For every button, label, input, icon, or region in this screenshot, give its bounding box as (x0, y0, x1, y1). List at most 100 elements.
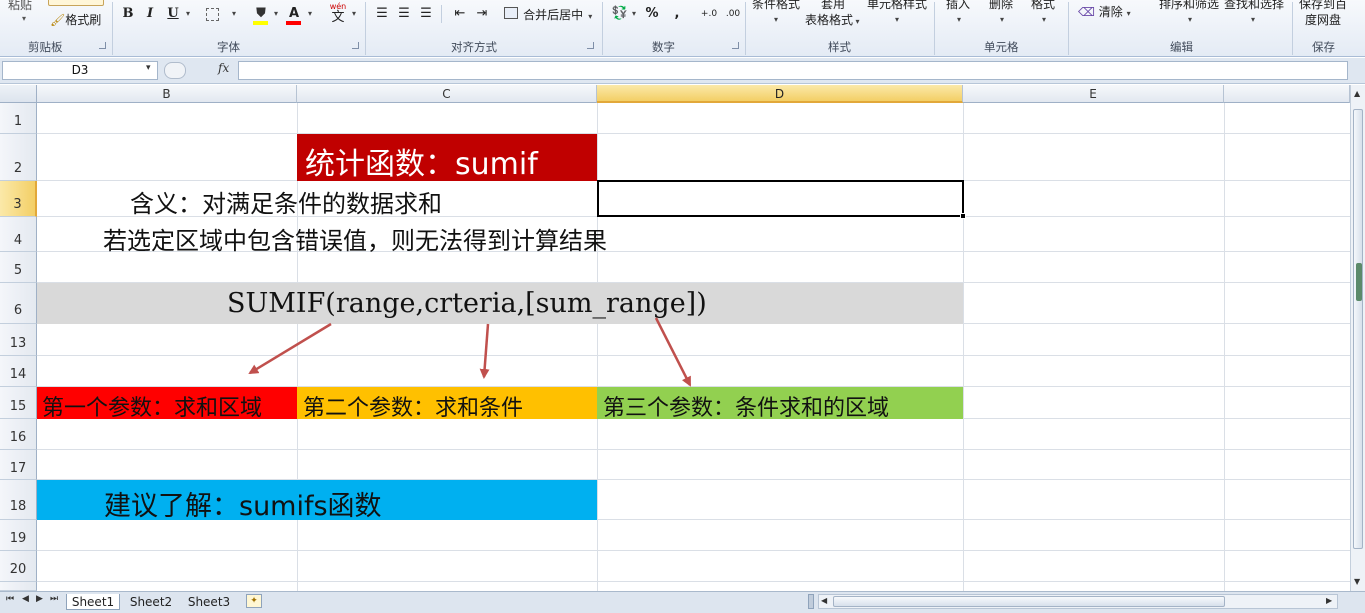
paste-dropdown-icon[interactable]: ▾ (22, 12, 26, 26)
group-label-editing: 编辑 (1170, 40, 1193, 54)
insert-function-icon[interactable]: fx (218, 61, 229, 75)
format-button[interactable]: 格式 (1031, 0, 1055, 11)
conditional-format-dropdown-icon[interactable]: ▾ (774, 13, 778, 27)
separator (112, 2, 113, 55)
wen-button[interactable]: wén 文 (328, 2, 348, 26)
cell-styles-button[interactable]: 单元格样式 (867, 0, 927, 11)
next-sheet-icon[interactable]: ▶ (36, 594, 43, 604)
arrow-to-param3 (654, 317, 692, 387)
merge-center-label: 合并后居中 (523, 8, 584, 22)
save-baidu-button[interactable]: 保存到百 (1299, 0, 1347, 11)
brush-icon: 🖌 (50, 13, 66, 27)
group-label-number: 数字 (652, 40, 675, 54)
scroll-thumb[interactable] (1353, 109, 1363, 549)
formula-input[interactable] (238, 61, 1348, 80)
worksheet-grid: B C D E 1 2 3 4 5 6 13 14 15 16 17 18 19… (0, 85, 1350, 591)
first-sheet-icon[interactable]: ⏮ (6, 594, 14, 604)
scroll-left-icon[interactable]: ◀ (821, 596, 827, 605)
horizontal-scrollbar[interactable]: ◀ ▶ (818, 594, 1338, 609)
merge-center-button[interactable]: 合并后居中 ▾ (504, 4, 596, 24)
wen-dropdown-icon[interactable]: ▾ (350, 4, 358, 24)
vertical-scrollbar[interactable]: ▲ ▼ (1350, 85, 1365, 591)
format-painter-label: 格式刷 (65, 13, 102, 27)
paste-button[interactable]: 粘贴 (8, 0, 32, 12)
merge-dropdown-icon: ▾ (588, 12, 593, 21)
font-color-dropdown-icon[interactable]: ▾ (306, 4, 314, 24)
clipboard-launcher[interactable] (99, 42, 106, 49)
table-format-dropdown-icon: ▾ (853, 17, 860, 26)
decrease-indent-icon[interactable]: ⇤ (452, 4, 468, 24)
conditional-format-button[interactable]: 条件格式 (752, 0, 800, 11)
number-launcher[interactable] (732, 42, 739, 49)
border-dropdown-icon[interactable]: ▾ (230, 4, 238, 24)
ribbon: 粘贴 ▾ 🖌格式刷 剪贴板 B I U ▾ ▾ ⛊ ▾ A ▾ wén 文 ▾ … (0, 0, 1365, 57)
name-box[interactable]: D3 (2, 61, 158, 80)
last-sheet-icon[interactable]: ⏭ (50, 594, 58, 604)
annotation-arrows (248, 317, 692, 387)
table-format-button[interactable]: 表格格式 ▾ (805, 13, 860, 29)
align-right-icon[interactable]: ☰ (418, 4, 434, 24)
cut-button[interactable] (48, 0, 104, 6)
currency-dropdown-icon[interactable]: ▾ (630, 4, 638, 24)
align-left-icon[interactable]: ☰ (374, 4, 390, 24)
separator (1068, 2, 1069, 55)
sort-filter-dropdown-icon[interactable]: ▾ (1188, 13, 1192, 27)
sheet-tab-sheet2[interactable]: Sheet2 (124, 594, 178, 610)
new-sheet-icon[interactable]: ✦ (246, 594, 262, 608)
underline-button[interactable]: U (164, 4, 182, 24)
format-painter-button[interactable]: 🖌格式刷 (50, 13, 101, 27)
merge-icon (504, 7, 518, 19)
scroll-right-icon[interactable]: ▶ (1326, 596, 1332, 605)
hscroll-thumb[interactable] (833, 596, 1225, 607)
prev-sheet-icon[interactable]: ◀ (22, 594, 29, 604)
scroll-down-icon[interactable]: ▼ (1354, 577, 1360, 586)
italic-button[interactable]: I (142, 4, 158, 24)
save-baidu-button-line2[interactable]: 度网盘 (1305, 13, 1341, 27)
format-dropdown-icon[interactable]: ▾ (1042, 13, 1046, 27)
separator (745, 2, 746, 55)
bold-button[interactable]: B (120, 4, 136, 24)
clear-button[interactable]: ⌫ 清除 ▾ (1078, 5, 1131, 21)
increase-indent-icon[interactable]: ⇥ (474, 4, 490, 24)
underline-dropdown-icon[interactable]: ▾ (184, 4, 192, 24)
insert-dropdown-icon[interactable]: ▾ (957, 13, 961, 27)
clear-label: 清除 (1098, 5, 1123, 19)
group-label-alignment: 对齐方式 (451, 40, 497, 54)
border-button[interactable] (206, 8, 219, 21)
alignment-launcher[interactable] (587, 42, 594, 49)
wen-char: 文 (331, 10, 345, 25)
find-select-button[interactable]: 查找和选择 (1224, 0, 1284, 11)
increase-decimal-icon[interactable]: +.0 (700, 4, 718, 24)
delete-dropdown-icon[interactable]: ▾ (1000, 13, 1004, 27)
group-label-font: 字体 (217, 40, 240, 54)
sheet-tab-sheet3[interactable]: Sheet3 (182, 594, 236, 610)
fill-dropdown-icon[interactable]: ▾ (272, 4, 280, 24)
currency-icon[interactable]: 💱 (610, 4, 630, 24)
eraser-icon: ⌫ (1078, 5, 1095, 19)
font-launcher[interactable] (352, 42, 359, 49)
percent-button[interactable]: % (644, 4, 660, 24)
split-handle[interactable] (1356, 263, 1362, 301)
comma-button[interactable]: , (670, 4, 684, 24)
cell-styles-dropdown-icon[interactable]: ▾ (895, 13, 899, 27)
table-format-button-line1[interactable]: 套用 (821, 0, 845, 11)
name-box-dropdown-icon[interactable]: ▾ (146, 63, 151, 73)
sheet-tab-sheet1[interactable]: Sheet1 (66, 594, 120, 610)
font-color-bar (286, 21, 301, 25)
delete-button[interactable]: 删除 (989, 0, 1013, 11)
sort-filter-button[interactable]: 排序和筛选 (1159, 0, 1219, 11)
sheet-tab-bar: ⏮ ◀ ▶ ⏭ Sheet1 Sheet2 Sheet3 ✦ ◀ ▶ (0, 591, 1365, 613)
scroll-up-icon[interactable]: ▲ (1354, 89, 1360, 98)
insert-button[interactable]: 插入 (946, 0, 970, 11)
group-label-clipboard: 剪贴板 (28, 40, 63, 54)
formula-splitter[interactable] (164, 62, 186, 79)
align-center-icon[interactable]: ☰ (396, 4, 412, 24)
decrease-decimal-icon[interactable]: .00 (724, 4, 742, 24)
table-format-label: 表格格式 (805, 13, 854, 27)
formula-bar: D3 ▾ fx (0, 58, 1365, 84)
group-label-cells: 单元格 (984, 40, 1019, 54)
fill-color-bar (253, 21, 268, 25)
clear-dropdown-icon: ▾ (1126, 9, 1131, 18)
tab-splitter[interactable] (808, 594, 814, 609)
find-select-dropdown-icon[interactable]: ▾ (1251, 13, 1255, 27)
